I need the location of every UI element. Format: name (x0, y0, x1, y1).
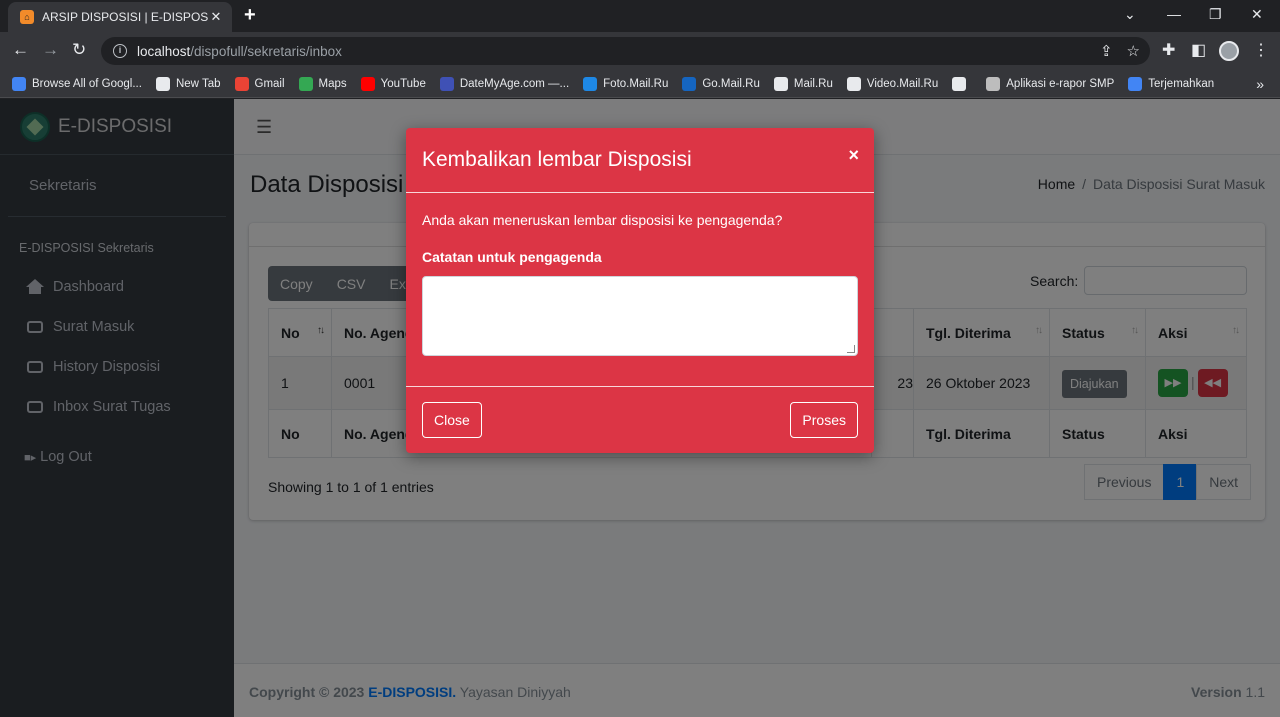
browser-toolbar: ← → ↻ i localhost/dispofull/sekretaris/i… (0, 32, 1280, 70)
bookmark-item[interactable] (952, 76, 972, 91)
bookmark-item[interactable]: YouTube (360, 76, 426, 91)
maximize-button[interactable]: ❐ (1209, 6, 1222, 23)
notes-textarea[interactable] (422, 276, 858, 356)
modal-body: Anda akan meneruskan lembar disposisi ke… (406, 193, 874, 387)
bookmark-item[interactable]: Gmail (234, 76, 285, 91)
extensions-icon[interactable]: ✚ (1162, 40, 1175, 60)
close-icon[interactable]: × (848, 145, 859, 166)
bookmark-favicon-icon (583, 76, 598, 91)
bookmark-label: New Tab (175, 77, 221, 90)
window-close-button[interactable]: ✕ (1251, 6, 1263, 23)
resize-grip-icon[interactable] (847, 345, 855, 353)
url-path: /dispofull/sekretaris/inbox (190, 43, 342, 59)
bookmark-label: Gmail (254, 77, 285, 90)
bookmark-item[interactable]: Browse All of Googl... (12, 76, 142, 91)
bookmark-item[interactable]: New Tab (155, 76, 221, 91)
bookmark-item[interactable]: Mail.Ru (773, 76, 833, 91)
bookmark-item[interactable]: Go.Mail.Ru (682, 76, 760, 91)
bookmark-item[interactable]: Aplikasi e-rapor SMP (986, 76, 1115, 91)
bookmark-item[interactable]: Terjemahkan (1128, 76, 1215, 91)
bookmark-favicon-icon (773, 76, 788, 91)
profile-avatar[interactable] (1219, 41, 1239, 61)
close-button[interactable]: Close (422, 402, 482, 438)
bookmark-item[interactable]: Foto.Mail.Ru (583, 76, 669, 91)
bookmark-label: Mail.Ru (793, 77, 833, 90)
bookmark-favicon-icon (155, 76, 170, 91)
bookmark-favicon-icon (234, 76, 249, 91)
bookmark-favicon-icon (682, 76, 697, 91)
bookmark-item[interactable]: Video.Mail.Ru (846, 76, 939, 91)
modal-message: Anda akan meneruskan lembar disposisi ke… (422, 212, 783, 228)
bookmark-favicon-icon (846, 76, 861, 91)
address-bar[interactable]: i localhost/dispofull/sekretaris/inbox ⇪… (101, 37, 1150, 65)
side-panel-icon[interactable]: ◧ (1191, 40, 1206, 60)
bookmark-label: Aplikasi e-rapor SMP (1006, 77, 1115, 90)
notes-label: Catatan untuk pengagenda (422, 249, 602, 265)
tab-favicon-icon: ⌂ (20, 10, 34, 24)
bookmark-star-icon[interactable]: ☆ (1127, 42, 1140, 60)
bookmark-label: Terjemahkan (1148, 77, 1215, 90)
bookmark-favicon-icon (986, 76, 1001, 91)
menu-kebab-icon[interactable]: ⋮ (1253, 40, 1269, 60)
bookmarks-bar: Browse All of Googl... New Tab Gmail Maps Yo… (0, 70, 1280, 98)
bookmarks-more-icon[interactable]: » (1256, 76, 1264, 92)
site-info-icon[interactable]: i (113, 44, 127, 58)
url-host: localhost (137, 43, 191, 59)
bookmark-favicon-icon (439, 76, 454, 91)
new-tab-button[interactable]: + (244, 4, 256, 26)
modal-header: Kembalikan lembar Disposisi × (406, 128, 874, 193)
bookmark-item[interactable]: DateMyAge.com —... (439, 76, 570, 91)
tab-title: ARSIP DISPOSISI | E-DISPOSISI (42, 10, 208, 24)
forward-arrow-icon[interactable]: → (42, 40, 59, 60)
bookmark-label: YouTube (380, 77, 426, 90)
browser-tab[interactable]: ⌂ ARSIP DISPOSISI | E-DISPOSISI ✕ (8, 2, 232, 32)
bookmark-favicon-icon (1128, 76, 1143, 91)
tab-search-icon[interactable]: ⌄ (1124, 6, 1136, 23)
bookmark-item[interactable]: Maps (298, 76, 347, 91)
bookmark-label: Video.Mail.Ru (866, 77, 939, 90)
bookmark-label: Maps (318, 77, 347, 90)
reload-icon[interactable]: ↻ (72, 40, 86, 60)
modal-title: Kembalikan lembar Disposisi (422, 148, 692, 171)
proses-button[interactable]: Proses (790, 402, 858, 438)
bookmark-label: Go.Mail.Ru (702, 77, 760, 90)
share-icon[interactable]: ⇪ (1100, 42, 1113, 60)
tab-close-icon[interactable]: ✕ (208, 9, 224, 25)
browser-tabstrip: ⌂ ARSIP DISPOSISI | E-DISPOSISI ✕ + ⌄ — … (0, 0, 1280, 32)
bookmark-label: DateMyAge.com —... (459, 77, 570, 90)
bookmark-favicon-icon (298, 76, 313, 91)
return-disposisi-modal: Kembalikan lembar Disposisi × Anda akan … (406, 128, 874, 453)
bookmark-label: Foto.Mail.Ru (603, 77, 669, 90)
minimize-button[interactable]: — (1167, 6, 1181, 22)
bookmark-favicon-icon (12, 76, 26, 91)
bookmark-label: Browse All of Googl... (32, 77, 142, 90)
bookmark-favicon-icon (360, 76, 375, 91)
bookmark-favicon-icon (952, 76, 967, 91)
back-arrow-icon[interactable]: ← (12, 40, 29, 60)
